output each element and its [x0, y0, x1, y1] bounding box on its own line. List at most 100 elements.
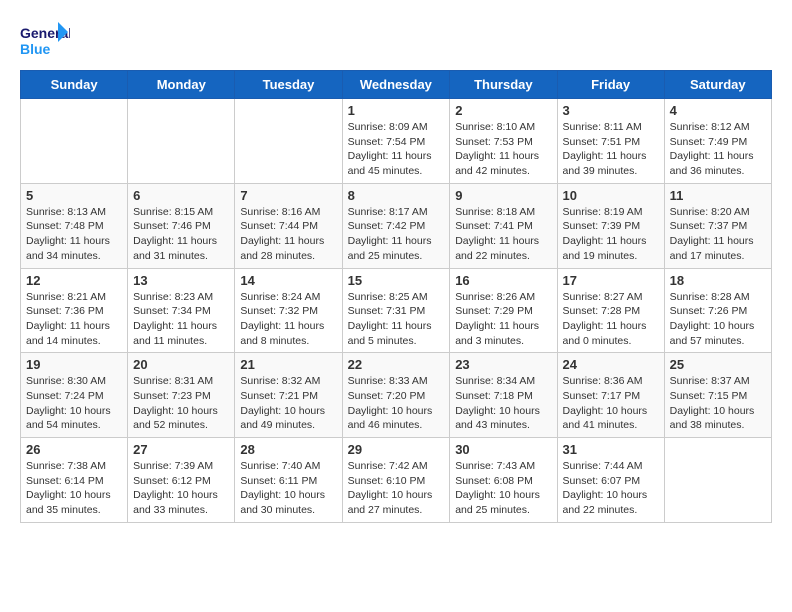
- day-info: Sunrise: 8:10 AM Sunset: 7:53 PM Dayligh…: [455, 120, 551, 179]
- day-info: Sunrise: 8:23 AM Sunset: 7:34 PM Dayligh…: [133, 290, 229, 349]
- day-number: 23: [455, 357, 551, 372]
- calendar-cell: 27Sunrise: 7:39 AM Sunset: 6:12 PM Dayli…: [128, 438, 235, 523]
- week-row-1: 1 Sunrise: 8:09 AM Sunset: 7:54 PM Daylig…: [21, 99, 772, 184]
- calendar-cell: 2 Sunrise: 8:10 AM Sunset: 7:53 PM Daylig…: [450, 99, 557, 184]
- day-number: 21: [240, 357, 336, 372]
- calendar-cell: 3 Sunrise: 8:11 AM Sunset: 7:51 PM Daylig…: [557, 99, 664, 184]
- day-info: Sunrise: 8:33 AM Sunset: 7:20 PM Dayligh…: [348, 374, 445, 433]
- day-info: Sunrise: 7:40 AM Sunset: 6:11 PM Dayligh…: [240, 459, 336, 518]
- header: GeneralBlue: [20, 20, 772, 60]
- calendar-cell: [664, 438, 771, 523]
- day-number: 19: [26, 357, 122, 372]
- calendar-cell: 12 Sunrise: 8:21 AM Sunset: 7:36 PM Dayli…: [21, 268, 128, 353]
- calendar-cell: 8 Sunrise: 8:17 AM Sunset: 7:42 PM Daylig…: [342, 183, 450, 268]
- weekday-header-wednesday: Wednesday: [342, 71, 450, 99]
- calendar-cell: [21, 99, 128, 184]
- day-info: Sunrise: 8:09 AM Sunset: 7:54 PM Dayligh…: [348, 120, 445, 179]
- day-info: Sunrise: 8:15 AM Sunset: 7:46 PM Dayligh…: [133, 205, 229, 264]
- day-info: Sunrise: 7:43 AM Sunset: 6:08 PM Dayligh…: [455, 459, 551, 518]
- day-info: Sunrise: 7:38 AM Sunset: 6:14 PM Dayligh…: [26, 459, 122, 518]
- calendar-cell: 6 Sunrise: 8:15 AM Sunset: 7:46 PM Daylig…: [128, 183, 235, 268]
- week-row-5: 26Sunrise: 7:38 AM Sunset: 6:14 PM Dayli…: [21, 438, 772, 523]
- day-number: 29: [348, 442, 445, 457]
- calendar-cell: 15Sunrise: 8:25 AM Sunset: 7:31 PM Dayli…: [342, 268, 450, 353]
- calendar-cell: 22 Sunrise: 8:33 AM Sunset: 7:20 PM Dayli…: [342, 353, 450, 438]
- day-info: Sunrise: 8:19 AM Sunset: 7:39 PM Dayligh…: [563, 205, 659, 264]
- day-number: 2: [455, 103, 551, 118]
- weekday-header-saturday: Saturday: [664, 71, 771, 99]
- calendar-cell: 29 Sunrise: 7:42 AM Sunset: 6:10 PM Dayli…: [342, 438, 450, 523]
- weekday-header-friday: Friday: [557, 71, 664, 99]
- day-number: 12: [26, 273, 122, 288]
- day-number: 5: [26, 188, 122, 203]
- day-number: 13: [133, 273, 229, 288]
- day-number: 9: [455, 188, 551, 203]
- day-info: Sunrise: 8:26 AM Sunset: 7:29 PM Dayligh…: [455, 290, 551, 349]
- weekday-header-tuesday: Tuesday: [235, 71, 342, 99]
- day-number: 17: [563, 273, 659, 288]
- day-number: 22: [348, 357, 445, 372]
- day-info: Sunrise: 8:27 AM Sunset: 7:28 PM Dayligh…: [563, 290, 659, 349]
- day-number: 15: [348, 273, 445, 288]
- day-info: Sunrise: 8:37 AM Sunset: 7:15 PM Dayligh…: [670, 374, 766, 433]
- logo: GeneralBlue: [20, 20, 70, 60]
- calendar-cell: 11 Sunrise: 8:20 AM Sunset: 7:37 PM Dayli…: [664, 183, 771, 268]
- weekday-header-monday: Monday: [128, 71, 235, 99]
- day-info: Sunrise: 8:32 AM Sunset: 7:21 PM Dayligh…: [240, 374, 336, 433]
- day-info: Sunrise: 7:42 AM Sunset: 6:10 PM Dayligh…: [348, 459, 445, 518]
- weekday-header-thursday: Thursday: [450, 71, 557, 99]
- day-info: Sunrise: 8:17 AM Sunset: 7:42 PM Dayligh…: [348, 205, 445, 264]
- calendar-cell: 7Sunrise: 8:16 AM Sunset: 7:44 PM Daylig…: [235, 183, 342, 268]
- calendar-cell: 10 Sunrise: 8:19 AM Sunset: 7:39 PM Dayli…: [557, 183, 664, 268]
- day-number: 25: [670, 357, 766, 372]
- calendar-cell: 5 Sunrise: 8:13 AM Sunset: 7:48 PM Daylig…: [21, 183, 128, 268]
- day-number: 24: [563, 357, 659, 372]
- calendar-cell: 14 Sunrise: 8:24 AM Sunset: 7:32 PM Dayli…: [235, 268, 342, 353]
- day-info: Sunrise: 7:44 AM Sunset: 6:07 PM Dayligh…: [563, 459, 659, 518]
- week-row-3: 12 Sunrise: 8:21 AM Sunset: 7:36 PM Dayli…: [21, 268, 772, 353]
- calendar-cell: 21 Sunrise: 8:32 AM Sunset: 7:21 PM Dayli…: [235, 353, 342, 438]
- day-number: 18: [670, 273, 766, 288]
- calendar-cell: 1 Sunrise: 8:09 AM Sunset: 7:54 PM Daylig…: [342, 99, 450, 184]
- calendar-cell: 20Sunrise: 8:31 AM Sunset: 7:23 PM Dayli…: [128, 353, 235, 438]
- calendar-cell: 23 Sunrise: 8:34 AM Sunset: 7:18 PM Dayli…: [450, 353, 557, 438]
- day-info: Sunrise: 8:21 AM Sunset: 7:36 PM Dayligh…: [26, 290, 122, 349]
- day-number: 3: [563, 103, 659, 118]
- day-info: Sunrise: 8:30 AM Sunset: 7:24 PM Dayligh…: [26, 374, 122, 433]
- calendar-cell: 28 Sunrise: 7:40 AM Sunset: 6:11 PM Dayli…: [235, 438, 342, 523]
- day-info: Sunrise: 8:34 AM Sunset: 7:18 PM Dayligh…: [455, 374, 551, 433]
- day-info: Sunrise: 8:13 AM Sunset: 7:48 PM Dayligh…: [26, 205, 122, 264]
- day-number: 20: [133, 357, 229, 372]
- day-number: 10: [563, 188, 659, 203]
- svg-text:Blue: Blue: [20, 41, 51, 57]
- logo-svg: GeneralBlue: [20, 20, 70, 60]
- day-number: 6: [133, 188, 229, 203]
- weekday-header-row: SundayMondayTuesdayWednesdayThursdayFrid…: [21, 71, 772, 99]
- day-info: Sunrise: 8:12 AM Sunset: 7:49 PM Dayligh…: [670, 120, 766, 179]
- day-info: Sunrise: 8:11 AM Sunset: 7:51 PM Dayligh…: [563, 120, 659, 179]
- day-info: Sunrise: 8:20 AM Sunset: 7:37 PM Dayligh…: [670, 205, 766, 264]
- calendar-cell: 30Sunrise: 7:43 AM Sunset: 6:08 PM Dayli…: [450, 438, 557, 523]
- day-number: 8: [348, 188, 445, 203]
- calendar-cell: 31 Sunrise: 7:44 AM Sunset: 6:07 PM Dayli…: [557, 438, 664, 523]
- day-info: Sunrise: 8:36 AM Sunset: 7:17 PM Dayligh…: [563, 374, 659, 433]
- day-number: 11: [670, 188, 766, 203]
- calendar-cell: 16Sunrise: 8:26 AM Sunset: 7:29 PM Dayli…: [450, 268, 557, 353]
- calendar-cell: 9 Sunrise: 8:18 AM Sunset: 7:41 PM Daylig…: [450, 183, 557, 268]
- day-info: Sunrise: 8:18 AM Sunset: 7:41 PM Dayligh…: [455, 205, 551, 264]
- calendar-cell: 13 Sunrise: 8:23 AM Sunset: 7:34 PM Dayli…: [128, 268, 235, 353]
- calendar-cell: 19 Sunrise: 8:30 AM Sunset: 7:24 PM Dayli…: [21, 353, 128, 438]
- day-number: 28: [240, 442, 336, 457]
- calendar-cell: 26Sunrise: 7:38 AM Sunset: 6:14 PM Dayli…: [21, 438, 128, 523]
- calendar-cell: 18Sunrise: 8:28 AM Sunset: 7:26 PM Dayli…: [664, 268, 771, 353]
- day-number: 31: [563, 442, 659, 457]
- day-info: Sunrise: 8:24 AM Sunset: 7:32 PM Dayligh…: [240, 290, 336, 349]
- calendar-cell: 24 Sunrise: 8:36 AM Sunset: 7:17 PM Dayli…: [557, 353, 664, 438]
- weekday-header-sunday: Sunday: [21, 71, 128, 99]
- day-number: 14: [240, 273, 336, 288]
- day-number: 1: [348, 103, 445, 118]
- calendar-cell: [235, 99, 342, 184]
- calendar-cell: 25 Sunrise: 8:37 AM Sunset: 7:15 PM Dayli…: [664, 353, 771, 438]
- calendar: SundayMondayTuesdayWednesdayThursdayFrid…: [20, 70, 772, 523]
- day-number: 27: [133, 442, 229, 457]
